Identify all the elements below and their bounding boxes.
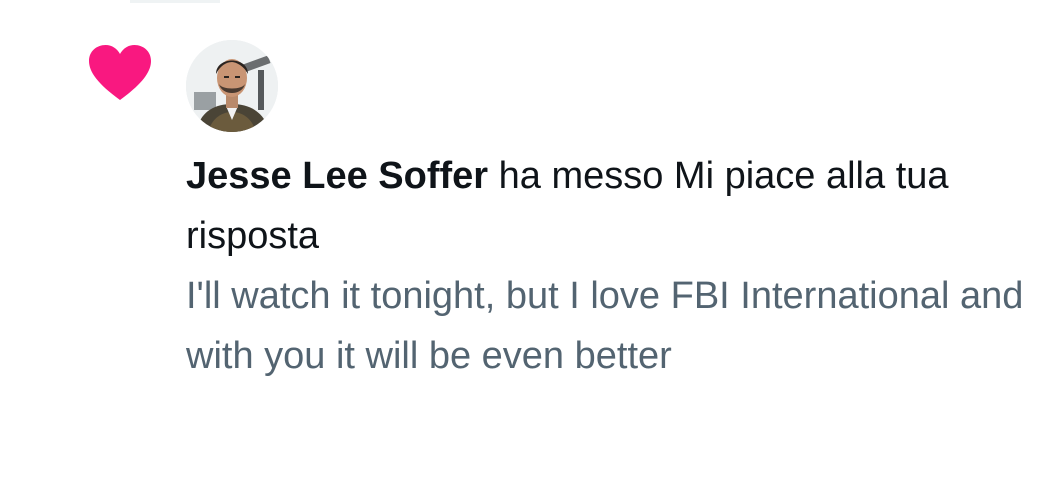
avatar[interactable] [186, 40, 278, 132]
heart-icon [88, 44, 152, 102]
like-notification[interactable]: Jesse Lee Soffer ha messo Mi piace alla … [0, 0, 1058, 477]
reply-text: I'll watch it tonight, but I love FBI In… [186, 275, 1024, 377]
notification-content: Jesse Lee Soffer ha messo Mi piace alla … [186, 146, 1026, 386]
actor-name[interactable]: Jesse Lee Soffer [186, 155, 488, 197]
notification-headline: Jesse Lee Soffer ha messo Mi piace alla … [186, 146, 1026, 266]
